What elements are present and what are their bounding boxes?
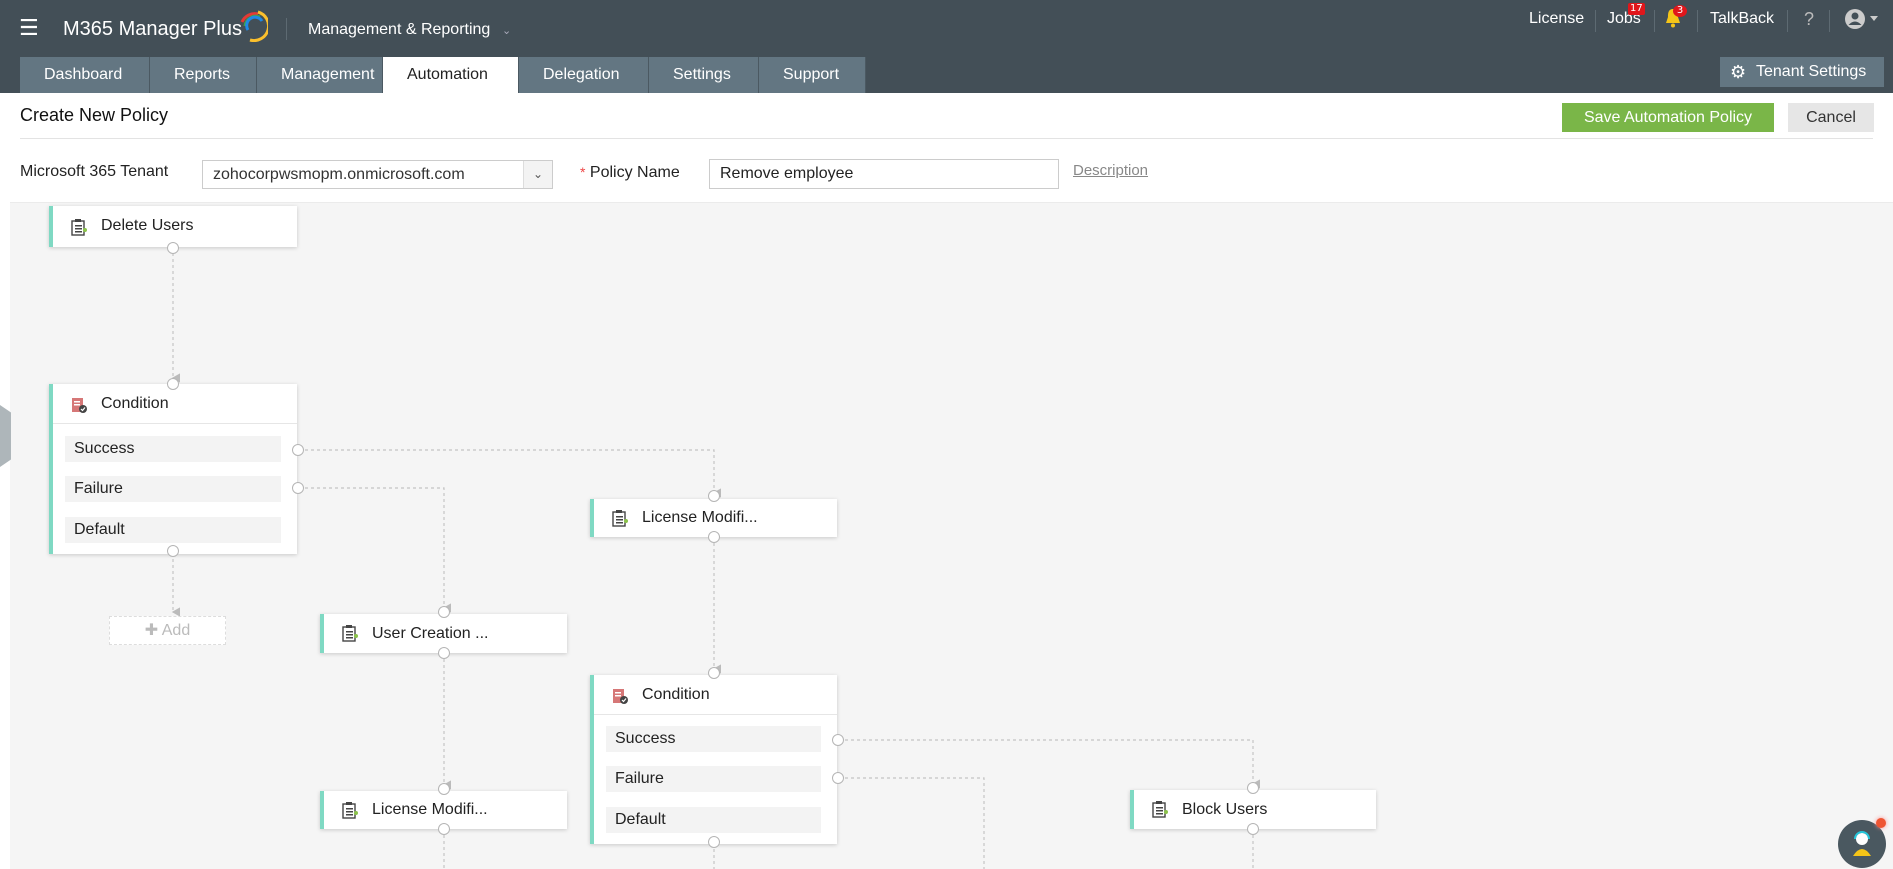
required-marker: *	[580, 164, 586, 180]
header-separator	[286, 18, 287, 40]
tab-delegation[interactable]: Delegation	[519, 57, 649, 93]
success-port[interactable]	[292, 444, 304, 456]
branch-default[interactable]: Default	[606, 807, 821, 833]
policy-name-input[interactable]: Remove employee	[709, 159, 1059, 189]
tenant-select[interactable]: zohocorpwsmopm.onmicrosoft.com ⌄	[202, 160, 553, 189]
module-switcher[interactable]: Management & Reporting	[308, 21, 490, 39]
workflow-node-delete-users[interactable]: Delete Users	[49, 206, 297, 247]
node-label: Condition	[642, 686, 710, 703]
main-tabs: Dashboard Reports Management Automation …	[20, 57, 866, 93]
output-port[interactable]	[438, 647, 450, 659]
talkback-link[interactable]: TalkBack	[1710, 8, 1774, 30]
failure-port[interactable]	[292, 482, 304, 494]
policy-name-label: * Policy Name	[580, 164, 680, 182]
node-label: Condition	[101, 395, 169, 412]
node-label: Delete Users	[101, 217, 194, 234]
tab-settings[interactable]: Settings	[649, 57, 759, 93]
tenant-settings-label: Tenant Settings	[1756, 63, 1867, 80]
plus-icon: ✚	[144, 622, 159, 639]
output-port[interactable]	[708, 531, 720, 543]
tenant-settings-button[interactable]: ⚙ Tenant Settings	[1720, 57, 1884, 87]
tab-reports[interactable]: Reports	[150, 57, 257, 93]
workflow-node-condition-2[interactable]: Condition Success Failure Default	[590, 675, 837, 844]
node-label: Block Users	[1182, 801, 1268, 818]
branch-success[interactable]: Success	[65, 436, 281, 462]
default-port[interactable]	[167, 545, 179, 557]
gear-icon: ⚙	[1730, 62, 1747, 82]
header-separator	[1787, 10, 1788, 32]
save-automation-policy-button[interactable]: Save Automation Policy	[1562, 103, 1774, 132]
tab-dashboard[interactable]: Dashboard	[20, 57, 150, 93]
app-name: M365 Manager Plus	[63, 18, 242, 40]
branch-default[interactable]: Default	[65, 517, 281, 543]
support-agent-icon	[1853, 831, 1871, 856]
input-port[interactable]	[438, 606, 450, 618]
node-label: User Creation ...	[372, 625, 489, 642]
tab-automation[interactable]: Automation	[383, 57, 519, 93]
output-port[interactable]	[438, 823, 450, 835]
header-separator	[1654, 10, 1655, 32]
chevron-down-icon[interactable]: ⌄	[523, 161, 552, 188]
branch-failure[interactable]: Failure	[606, 766, 821, 792]
header-separator	[1595, 10, 1596, 32]
add-node-button[interactable]: ✚ Add	[109, 616, 226, 645]
header-separator	[1697, 10, 1698, 32]
node-label: License Modifi...	[642, 509, 758, 526]
divider	[20, 138, 1873, 139]
input-port[interactable]	[708, 667, 720, 679]
help-icon[interactable]: ?	[1804, 8, 1814, 30]
policy-name-text: Policy Name	[589, 164, 680, 181]
success-port[interactable]	[832, 734, 844, 746]
branch-failure[interactable]: Failure	[65, 476, 281, 502]
jobs-badge: 17	[1628, 3, 1645, 15]
brand-logo-icon	[240, 10, 268, 42]
input-port[interactable]	[708, 490, 720, 502]
output-port[interactable]	[1247, 823, 1259, 835]
condition-icon	[72, 398, 87, 413]
side-panel-toggle[interactable]	[0, 405, 11, 467]
workflow-node-condition-1[interactable]: Condition Success Failure Default	[49, 384, 297, 554]
input-port[interactable]	[167, 378, 179, 390]
condition-icon	[613, 689, 628, 704]
license-link[interactable]: License	[1529, 8, 1584, 30]
input-port[interactable]	[438, 783, 450, 795]
user-avatar-icon[interactable]	[1844, 8, 1880, 30]
default-port[interactable]	[708, 836, 720, 848]
clipboard-icon	[1152, 801, 1168, 818]
clipboard-icon	[342, 802, 358, 819]
tab-support[interactable]: Support	[759, 57, 866, 93]
add-label: Add	[161, 622, 191, 639]
hamburger-menu-icon[interactable]: ☰	[19, 18, 39, 40]
cancel-button[interactable]: Cancel	[1788, 103, 1874, 132]
description-link[interactable]: Description	[1073, 162, 1148, 179]
failure-port[interactable]	[832, 772, 844, 784]
page-title: Create New Policy	[20, 105, 169, 125]
tab-management[interactable]: Management	[257, 57, 383, 93]
node-label: License Modifi...	[372, 801, 488, 818]
header-separator	[1829, 10, 1830, 32]
notification-badge: 3	[1673, 5, 1687, 17]
branch-success[interactable]: Success	[606, 726, 821, 752]
chevron-down-icon[interactable]: ⌄	[502, 24, 511, 37]
output-port[interactable]	[167, 242, 179, 254]
clipboard-icon	[612, 510, 628, 527]
input-port[interactable]	[1247, 782, 1259, 794]
chat-notification-dot	[1876, 818, 1886, 828]
tenant-value: zohocorpwsmopm.onmicrosoft.com	[213, 166, 465, 183]
clipboard-icon	[342, 625, 358, 642]
tenant-label: Microsoft 365 Tenant	[20, 163, 169, 180]
clipboard-icon	[71, 219, 87, 236]
